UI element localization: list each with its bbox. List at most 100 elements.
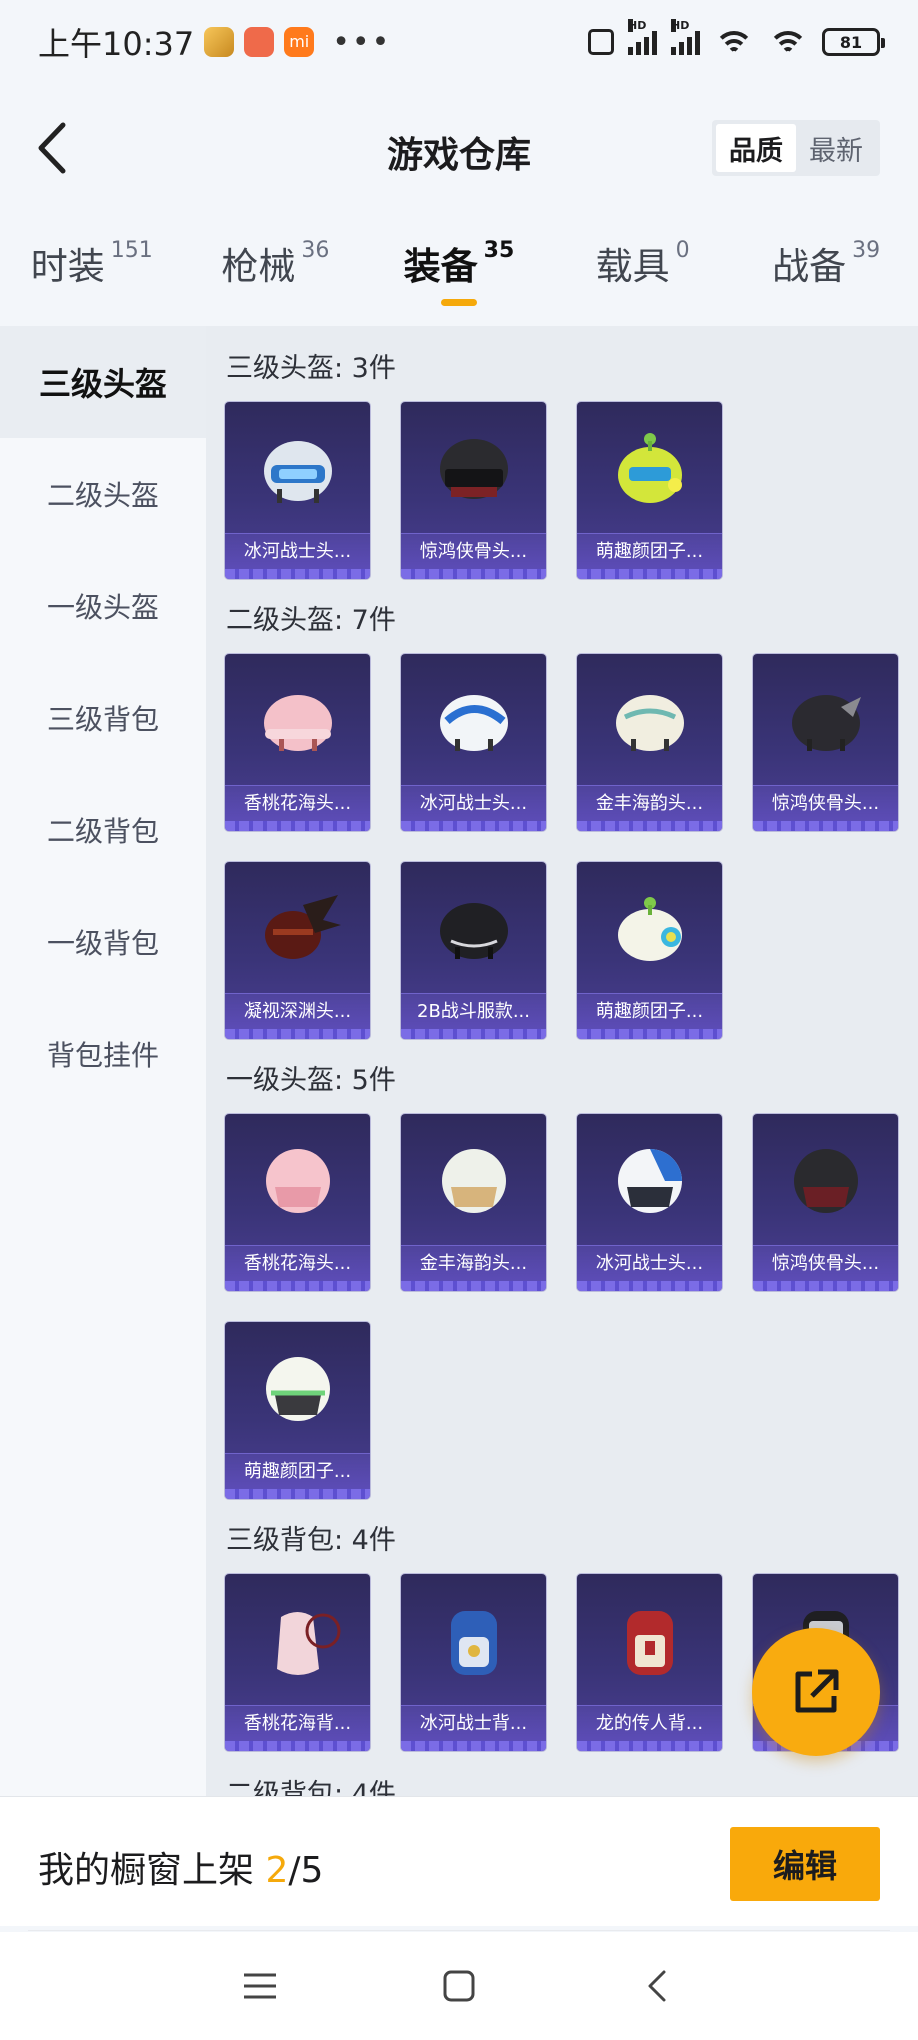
signal-icon-2: HD [671, 19, 700, 55]
tab-label: 时装 [30, 245, 105, 288]
showcase-total-count: /5 [288, 1850, 324, 1891]
tab-weapons[interactable]: 枪械 36 [184, 228, 368, 308]
helmet-icon [577, 1120, 722, 1244]
system-back-button[interactable] [628, 1956, 688, 2016]
helmet-icon [577, 660, 722, 784]
divider [28, 1930, 890, 1931]
active-tab-indicator [440, 299, 477, 306]
card-footer-stripe [401, 569, 546, 579]
helmet-icon [225, 660, 370, 784]
side-item-level3-helmet[interactable]: 三级头盔 [0, 326, 206, 438]
wifi-icon-2 [768, 29, 808, 55]
item-card[interactable]: 惊鸿侠骨头... [753, 654, 898, 831]
item-card[interactable]: 2B战斗服款... [401, 862, 546, 1039]
side-item-level1-backpack[interactable]: 一级背包 [0, 886, 206, 998]
tab-label: 装备 [403, 245, 478, 288]
item-name: 香桃花海头... [225, 1245, 370, 1281]
menu-button[interactable] [230, 1956, 290, 2016]
section-title: 三级头盔: 3件 [226, 353, 396, 384]
helmet-icon [577, 408, 722, 532]
header: 游戏仓库 品质 最新 [0, 100, 918, 196]
card-footer-stripe [577, 569, 722, 579]
card-footer-stripe [401, 1741, 546, 1751]
card-footer-stripe [753, 821, 898, 831]
item-name: 萌趣颜团子... [577, 993, 722, 1029]
item-card[interactable]: 冰河战士头... [401, 654, 546, 831]
card-footer-stripe [225, 569, 370, 579]
item-name: 冰河战士头... [577, 1245, 722, 1281]
helmet-icon [753, 660, 898, 784]
sort-newest-option[interactable]: 最新 [796, 124, 876, 172]
item-name: 金丰海韵头... [577, 785, 722, 821]
tab-fashion[interactable]: 时装 151 [0, 228, 184, 308]
card-footer-stripe [401, 1029, 546, 1039]
card-footer-stripe [225, 1741, 370, 1751]
wifi-icon [714, 29, 754, 55]
item-name: 冰河战士头... [225, 533, 370, 569]
tab-label: 枪械 [221, 245, 296, 288]
side-item-level1-helmet[interactable]: 一级头盔 [0, 550, 206, 662]
category-tabs: 时装 151 枪械 36 装备 35 载具 0 战备 39 [0, 228, 918, 308]
item-name: 萌趣颜团子... [225, 1453, 370, 1489]
item-name: 萌趣颜团子... [577, 533, 722, 569]
helmet-icon [401, 408, 546, 532]
status-bar: 上午10:37 mi ••• HD HD 81 [0, 0, 918, 84]
game-app-icon [204, 27, 235, 57]
share-button[interactable] [752, 1628, 880, 1756]
edit-button[interactable]: 编辑 [730, 1827, 880, 1901]
battery-icon: 81 [822, 28, 885, 56]
card-footer-stripe [577, 1029, 722, 1039]
item-card[interactable]: 萌趣颜团子... [577, 862, 722, 1039]
status-time: 上午10:37 [38, 25, 195, 63]
home-button[interactable] [429, 1956, 489, 2016]
item-name: 金丰海韵头... [401, 1245, 546, 1281]
card-footer-stripe [577, 1741, 722, 1751]
helmet-icon [401, 1120, 546, 1244]
section-title: 三级背包: 4件 [226, 1525, 396, 1556]
tab-count: 39 [852, 238, 881, 263]
showcase-status: 我的橱窗上架 2/5 [38, 1841, 323, 1893]
item-card[interactable]: 香桃花海头... [225, 1114, 370, 1291]
item-card[interactable]: 惊鸿侠骨头... [401, 402, 546, 579]
side-item-level2-backpack[interactable]: 二级背包 [0, 774, 206, 886]
item-card[interactable]: 金丰海韵头... [577, 654, 722, 831]
section-title: 二级背包: 4件 [226, 1779, 396, 1796]
item-card[interactable]: 金丰海韵头... [401, 1114, 546, 1291]
item-card[interactable]: 萌趣颜团子... [577, 402, 722, 579]
section-title: 一级头盔: 5件 [226, 1065, 396, 1096]
card-footer-stripe [401, 1281, 546, 1291]
helmet-icon [225, 1328, 370, 1452]
tab-supplies[interactable]: 战备 39 [734, 228, 918, 308]
helmet-icon [225, 868, 370, 992]
card-footer-stripe [225, 1489, 370, 1499]
tab-count: 0 [675, 238, 690, 263]
item-card[interactable]: 惊鸿侠骨头... [753, 1114, 898, 1291]
item-card[interactable]: 龙的传人背... [577, 1574, 722, 1751]
item-name: 惊鸿侠骨头... [401, 533, 546, 569]
helmet-icon [401, 660, 546, 784]
card-footer-stripe [225, 1281, 370, 1291]
side-item-backpack-charm[interactable]: 背包挂件 [0, 998, 206, 1110]
item-card[interactable]: 冰河战士头... [577, 1114, 722, 1291]
tab-vehicles[interactable]: 载具 0 [551, 228, 735, 308]
item-name: 冰河战士头... [401, 785, 546, 821]
side-item-level2-helmet[interactable]: 二级头盔 [0, 438, 206, 550]
side-item-level3-backpack[interactable]: 三级背包 [0, 662, 206, 774]
back-arrow-icon [648, 1970, 666, 2002]
item-card[interactable]: 冰河战士背... [401, 1574, 546, 1751]
item-card[interactable]: 凝视深渊头... [225, 862, 370, 1039]
notification-app-icon [244, 27, 275, 57]
item-card[interactable]: 冰河战士头... [225, 402, 370, 579]
backpack-icon [577, 1580, 722, 1704]
sort-quality-option[interactable]: 品质 [716, 124, 796, 172]
item-name: 凝视深渊头... [225, 993, 370, 1029]
share-icon [795, 1669, 839, 1713]
side-nav: 三级头盔 二级头盔 一级头盔 三级背包 二级背包 一级背包 背包挂件 [0, 326, 206, 1796]
mi-app-icon: mi [284, 27, 315, 57]
item-card[interactable]: 萌趣颜团子... [225, 1322, 370, 1499]
item-card[interactable]: 香桃花海背... [225, 1574, 370, 1751]
item-card[interactable]: 香桃花海头... [225, 654, 370, 831]
tab-count: 36 [301, 238, 330, 263]
tab-equipment[interactable]: 装备 35 [367, 228, 551, 308]
tab-label: 载具 [595, 245, 670, 288]
